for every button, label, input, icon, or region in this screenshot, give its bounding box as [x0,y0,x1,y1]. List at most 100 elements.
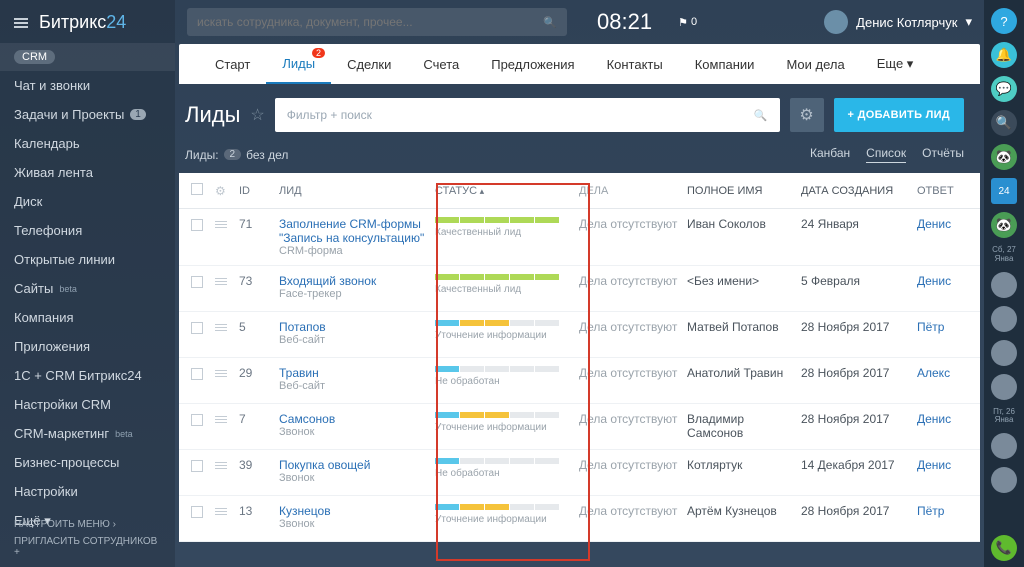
table-row[interactable]: 29ТравинВеб-сайтНе обработанДела отсутст… [179,358,980,404]
sidebar-item[interactable]: 1С + CRM Битрикс24 [0,361,175,390]
lead-link[interactable]: Входящий звонок [279,274,429,288]
row-checkbox[interactable] [191,460,203,472]
sidebar-item[interactable]: CRM-маркетингbeta [0,419,175,448]
row-checkbox[interactable] [191,276,203,288]
sidebar-item[interactable]: Диск [0,187,175,216]
tab[interactable]: Старт [199,44,266,84]
sidebar-item[interactable]: Бизнес-процессы [0,448,175,477]
row-menu-icon[interactable] [215,276,227,287]
tab[interactable]: Контакты [591,44,679,84]
responsible-link[interactable]: Денис [917,217,951,231]
lead-link[interactable]: Покупка овощей [279,458,429,472]
responsible-link[interactable]: Денис [917,274,951,288]
row-checkbox[interactable] [191,506,203,518]
responsible-link[interactable]: Денис [917,458,951,472]
sidebar-item[interactable]: Открытые линии [0,245,175,274]
star-icon[interactable]: ☆ [250,105,264,125]
responsible-link[interactable]: Пётр [917,320,944,334]
table-row[interactable]: 39Покупка овощейЗвонокНе обработанДела о… [179,450,980,496]
sidebar-item[interactable]: Живая лента [0,158,175,187]
select-all-checkbox[interactable] [191,183,203,195]
row-menu-icon[interactable] [215,460,227,471]
tab[interactable]: Счета [407,44,475,84]
col-responsible[interactable]: ОТВЕТ [917,185,959,197]
sidebar-item[interactable]: Сайтыbeta [0,274,175,303]
sidebar-item[interactable]: Чат и звонки [0,71,175,100]
avatar[interactable] [991,306,1017,332]
status-bar[interactable] [435,458,579,464]
invite-link[interactable]: ПРИГЛАСИТЬ СОТРУДНИКОВ + [14,533,161,561]
view-tab[interactable]: Канбан [810,146,850,163]
responsible-link[interactable]: Пётр [917,504,944,518]
table-row[interactable]: 13КузнецовЗвонокУточнение информацииДела… [179,496,980,542]
avatar[interactable] [991,433,1017,459]
col-lead[interactable]: ЛИД [279,185,429,197]
badge-24[interactable]: 24 [991,178,1017,204]
avatar[interactable] [991,374,1017,400]
status-bar[interactable] [435,320,579,326]
sidebar-item[interactable]: Телефония [0,216,175,245]
view-tab[interactable]: Отчёты [922,146,964,163]
col-date[interactable]: ДАТА СОЗДАНИЯ [801,185,917,197]
search-rail-icon[interactable]: 🔍 [991,110,1017,136]
tab[interactable]: Предложения [475,44,590,84]
status-bar[interactable] [435,217,579,223]
lead-link[interactable]: Заполнение CRM-формы "Запись на консульт… [279,217,429,245]
avatar[interactable] [991,467,1017,493]
row-checkbox[interactable] [191,368,203,380]
avatar[interactable] [991,340,1017,366]
sidebar-item[interactable]: Настройки [0,477,175,506]
status-bar[interactable] [435,504,579,510]
sidebar-item[interactable]: CRM [0,43,175,71]
table-row[interactable]: 71Заполнение CRM-формы "Запись на консул… [179,209,980,266]
tab[interactable]: Лиды2 [266,44,331,84]
chat-icon[interactable]: 💬 [991,76,1017,102]
status-bar[interactable] [435,274,579,280]
settings-button[interactable]: ⚙ [790,98,824,132]
responsible-link[interactable]: Денис [917,412,951,426]
responsible-link[interactable]: Алекс [917,366,950,380]
search-input[interactable] [197,15,543,29]
row-checkbox[interactable] [191,414,203,426]
menu-icon[interactable] [14,16,28,30]
sidebar-item[interactable]: Приложения [0,332,175,361]
table-row[interactable]: 5ПотаповВеб-сайтУточнение информацииДела… [179,312,980,358]
global-search[interactable] [187,8,567,36]
notification-flag[interactable]: ⚑ 0 [678,16,697,29]
col-status[interactable]: СТАТУС [429,185,579,197]
status-bar[interactable] [435,412,579,418]
tab[interactable]: Сделки [331,44,407,84]
row-menu-icon[interactable] [215,219,227,230]
lead-link[interactable]: Самсонов [279,412,429,426]
help-icon[interactable]: ? [991,8,1017,34]
panda-icon-2[interactable]: 🐼 [991,212,1017,238]
col-deals[interactable]: ДЕЛА [579,185,687,197]
configure-menu-link[interactable]: НАСТРОИТЬ МЕНЮ › [14,516,161,533]
lead-link[interactable]: Потапов [279,320,429,334]
sidebar-item[interactable]: Задачи и Проекты1 [0,100,175,129]
add-lead-button[interactable]: + ДОБАВИТЬ ЛИД [834,98,965,132]
tab[interactable]: Мои дела [770,44,860,84]
call-icon[interactable]: 📞 [991,535,1017,561]
row-menu-icon[interactable] [215,414,227,425]
row-menu-icon[interactable] [215,506,227,517]
filter-input[interactable]: Фильтр + поиск [275,98,780,132]
lead-link[interactable]: Травин [279,366,429,380]
gear-icon[interactable] [215,186,226,198]
row-menu-icon[interactable] [215,322,227,333]
avatar[interactable] [991,272,1017,298]
user-menu[interactable]: Денис Котлярчук ▾ [824,10,972,34]
sidebar-item[interactable]: Компания [0,303,175,332]
sidebar-item[interactable]: Настройки CRM [0,390,175,419]
lead-link[interactable]: Кузнецов [279,504,429,518]
row-checkbox[interactable] [191,219,203,231]
bell-icon[interactable]: 🔔 [991,42,1017,68]
row-menu-icon[interactable] [215,368,227,379]
row-checkbox[interactable] [191,322,203,334]
tab[interactable]: Еще ▾ [861,44,930,84]
panda-icon[interactable]: 🐼 [991,144,1017,170]
status-bar[interactable] [435,366,579,372]
tab[interactable]: Компании [679,44,771,84]
sidebar-item[interactable]: Календарь [0,129,175,158]
col-fullname[interactable]: ПОЛНОЕ ИМЯ [687,185,801,197]
